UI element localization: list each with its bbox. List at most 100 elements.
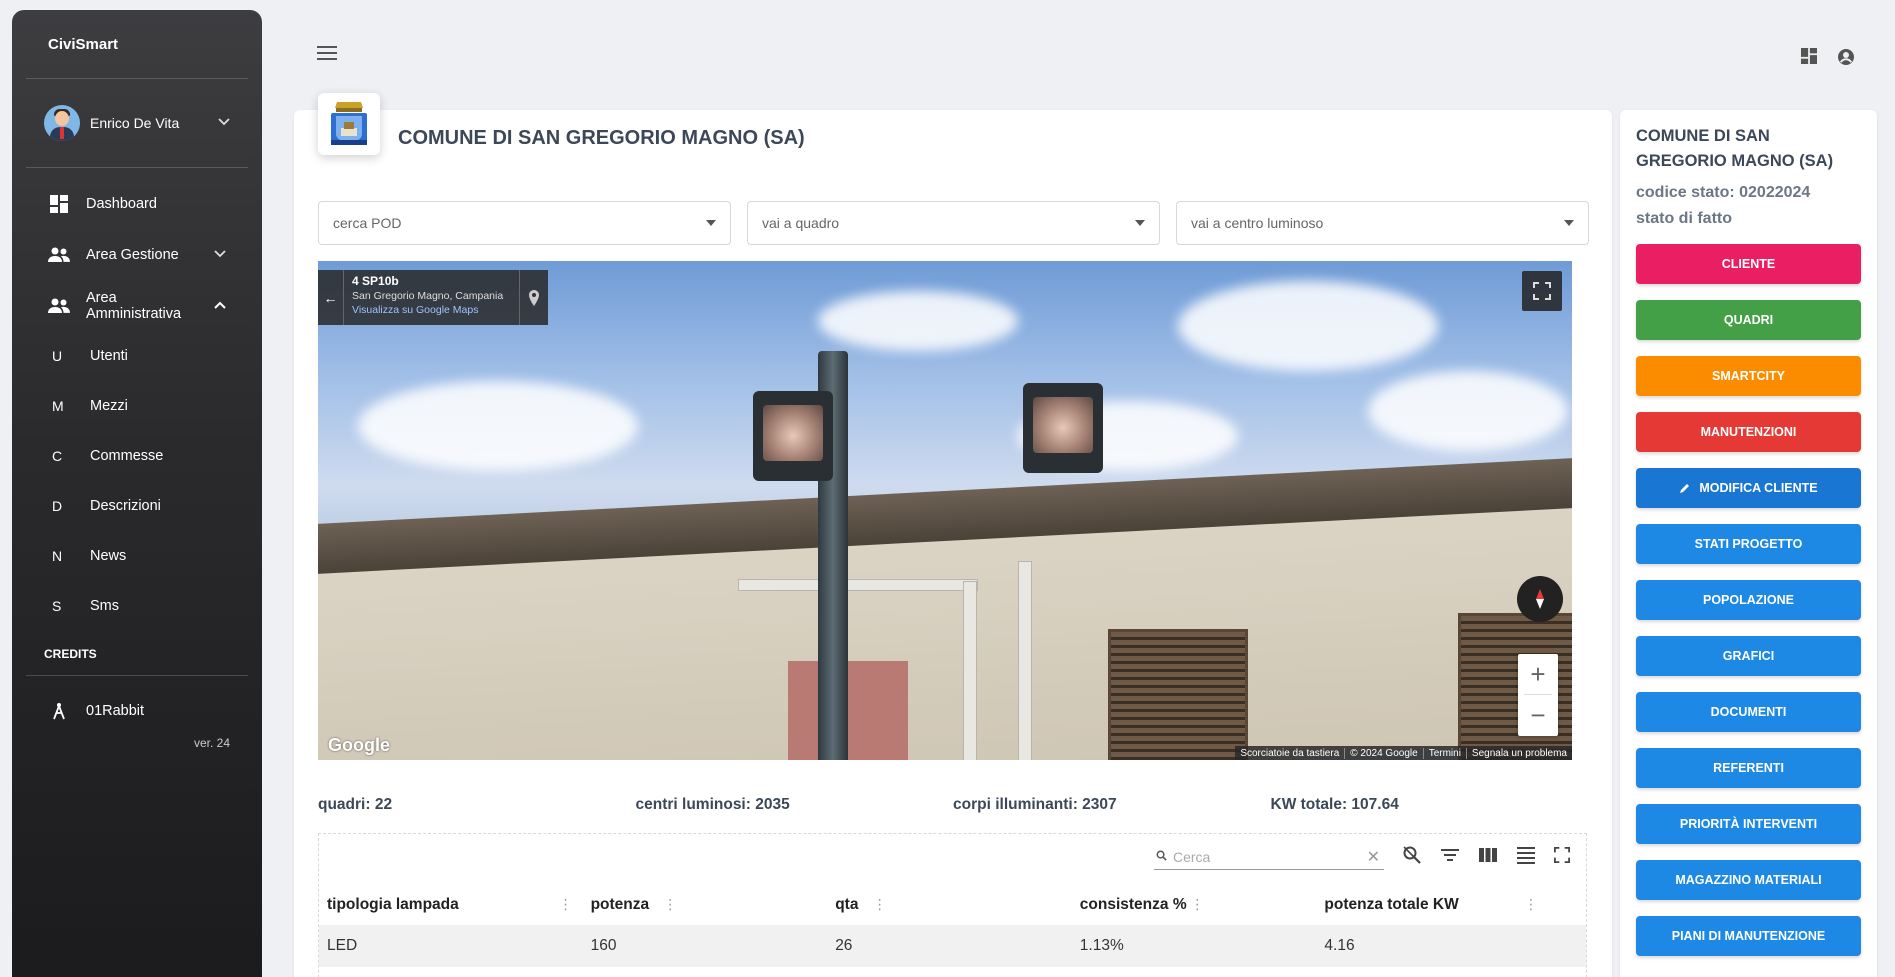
- street-view-cloud: [1368, 371, 1568, 451]
- street-view-lantern: [1023, 383, 1103, 473]
- action-button-grafici[interactable]: GRAFICI: [1636, 636, 1861, 676]
- sidebar-subitem-utenti[interactable]: U Utenti: [12, 331, 262, 381]
- version-label: ver. 24: [193, 736, 230, 750]
- table-toolbar: Cerca ✕: [1154, 844, 1570, 870]
- chevron-down-icon: [218, 117, 230, 129]
- keyboard-shortcuts-link[interactable]: Scorciatoie da tastiera: [1235, 748, 1344, 759]
- table-search-input[interactable]: Cerca ✕: [1154, 844, 1384, 870]
- sidebar-subitem-mezzi[interactable]: M Mezzi: [12, 381, 262, 431]
- zoom-out-icon[interactable]: −: [1518, 695, 1558, 735]
- sidebar-subitem-letter: C: [52, 448, 63, 464]
- columns-icon[interactable]: [1478, 847, 1498, 868]
- quadro-select[interactable]: vai a quadro: [747, 201, 1160, 245]
- column-menu-icon[interactable]: ⋮: [873, 896, 887, 913]
- terms-link[interactable]: Termini: [1422, 747, 1466, 759]
- street-view-title: 4 SP10b: [352, 274, 399, 288]
- compass-icon[interactable]: [1517, 576, 1563, 622]
- divider: [26, 167, 248, 168]
- sidebar-subitem-news[interactable]: N News: [12, 531, 262, 581]
- fullscreen-icon[interactable]: [1554, 846, 1570, 868]
- hamburger-menu-icon[interactable]: [317, 46, 337, 64]
- table-header-row: tipologia lampada ⋮ potenza ⋮ qta ⋮ cons…: [319, 884, 1586, 925]
- client-title: COMUNE DI SAN GREGORIO MAGNO (SA): [1636, 127, 1834, 170]
- action-button-label: REFERENTI: [1713, 761, 1784, 775]
- sidebar-subitem-commesse[interactable]: C Commesse: [12, 431, 262, 481]
- select-placeholder: cerca POD: [333, 215, 402, 231]
- sidebar-subitem-descrizioni[interactable]: D Descrizioni: [12, 481, 262, 531]
- street-view-pipe: [963, 581, 977, 760]
- report-problem-link[interactable]: Segnala un problema: [1465, 747, 1572, 759]
- street-view-cloud: [818, 291, 1018, 351]
- column-header-potenza-totale[interactable]: potenza totale KW ⋮: [1316, 896, 1586, 914]
- sidebar-item-label: Dashboard: [86, 195, 157, 212]
- action-button-label: CLIENTE: [1721, 257, 1776, 271]
- pod-select[interactable]: cerca POD: [318, 201, 731, 245]
- table-cell: 26: [835, 937, 853, 954]
- stat-kw-totale: KW totale: 107.64: [1270, 796, 1399, 813]
- sidebar-subitem-sms[interactable]: S Sms: [12, 581, 262, 631]
- user-menu[interactable]: Enrico De Vita: [12, 79, 262, 167]
- state-code: codice stato: 02022024: [1636, 184, 1811, 201]
- street-view-cloud: [1178, 281, 1438, 371]
- map-pin-icon[interactable]: [520, 270, 548, 325]
- sidebar-item-label: Area Amministrativa: [86, 289, 182, 322]
- action-button-cliente[interactable]: CLIENTE: [1636, 244, 1861, 284]
- action-button-smartcity[interactable]: SMARTCITY: [1636, 356, 1861, 396]
- action-button-popolazione[interactable]: POPOLAZIONE: [1636, 580, 1861, 620]
- sidebar-subitem-letter: M: [52, 398, 64, 414]
- caret-down-icon: [706, 220, 716, 226]
- column-header-potenza[interactable]: potenza ⋮: [583, 896, 828, 914]
- action-button-piani-di-manutenzione[interactable]: PIANI DI MANUTENZIONE: [1636, 916, 1861, 956]
- search-off-icon[interactable]: [1402, 845, 1422, 870]
- sidebar-subitem-label: Commesse: [90, 448, 164, 464]
- action-button-quadri[interactable]: QUADRI: [1636, 300, 1861, 340]
- sidebar: CiviSmart Enrico De Vita Dashboard Area …: [12, 10, 262, 977]
- credits-label: 01Rabbit: [86, 703, 145, 719]
- action-button-label: GRAFICI: [1722, 649, 1775, 663]
- action-button-stati-progetto[interactable]: STATI PROGETTO: [1636, 524, 1861, 564]
- column-menu-icon[interactable]: ⋮: [663, 896, 677, 913]
- sidebar-item-area-gestione[interactable]: Area Gestione: [12, 229, 262, 280]
- centro-luminoso-select[interactable]: vai a centro luminoso: [1176, 201, 1589, 245]
- column-header-consistenza[interactable]: consistenza % ⋮: [1072, 896, 1317, 914]
- caret-down-icon: [1564, 220, 1574, 226]
- action-button-modifica-cliente[interactable]: MODIFICA CLIENTE: [1636, 468, 1861, 508]
- column-header-qta[interactable]: qta ⋮: [827, 896, 1072, 914]
- zoom-in-icon[interactable]: +: [1518, 654, 1558, 694]
- column-menu-icon[interactable]: ⋮: [559, 896, 573, 913]
- filter-icon[interactable]: [1440, 847, 1460, 868]
- sidebar-item-area-amministrativa[interactable]: Area Amministrativa: [12, 280, 262, 331]
- google-maps-link[interactable]: Visualizza su Google Maps: [352, 304, 509, 316]
- action-button-manutenzioni[interactable]: MANUTENZIONI: [1636, 412, 1861, 452]
- sidebar-item-label: Area Gestione: [86, 246, 179, 263]
- street-view[interactable]: ← 4 SP10b San Gregorio Magno, Campania V…: [318, 261, 1572, 760]
- street-view-pipe: [738, 579, 978, 591]
- column-header-label: potenza totale KW: [1324, 895, 1459, 913]
- account-icon[interactable]: [1837, 48, 1855, 71]
- fullscreen-icon[interactable]: [1522, 271, 1562, 311]
- action-button-label: SMARTCITY: [1712, 369, 1785, 383]
- column-header-label: tipologia lampada: [327, 895, 459, 913]
- action-button-documenti[interactable]: DOCUMENTI: [1636, 692, 1861, 732]
- column-menu-icon[interactable]: ⋮: [1190, 896, 1204, 913]
- clear-search-icon[interactable]: ✕: [1367, 847, 1380, 867]
- brand-name[interactable]: CiviSmart: [12, 10, 262, 78]
- column-header-label: qta: [835, 895, 859, 913]
- dashboard-icon[interactable]: [1801, 48, 1817, 71]
- search-placeholder: Cerca: [1173, 848, 1211, 865]
- action-button-label: PIANI DI MANUTENZIONE: [1671, 929, 1826, 943]
- credits-heading: CREDITS: [44, 647, 97, 661]
- column-header-label: consistenza %: [1079, 895, 1187, 913]
- column-menu-icon[interactable]: ⋮: [1524, 896, 1538, 913]
- action-button-magazzino-materiali[interactable]: MAGAZZINO MATERIALI: [1636, 860, 1861, 900]
- action-button-referenti[interactable]: REFERENTI: [1636, 748, 1861, 788]
- column-header-tipologia[interactable]: tipologia lampada ⋮: [319, 896, 583, 914]
- action-button-priorit-interventi[interactable]: PRIORITÀ INTERVENTI: [1636, 804, 1861, 844]
- action-button-label: QUADRI: [1723, 313, 1774, 327]
- density-icon[interactable]: [1516, 846, 1536, 869]
- sidebar-item-dashboard[interactable]: Dashboard: [12, 178, 262, 229]
- dashboard-icon: [48, 194, 70, 214]
- table-cell: 160: [590, 937, 617, 954]
- back-arrow-icon[interactable]: ←: [318, 270, 344, 325]
- table-row[interactable]: LED 160 26 1.13% 4.16: [319, 925, 1586, 967]
